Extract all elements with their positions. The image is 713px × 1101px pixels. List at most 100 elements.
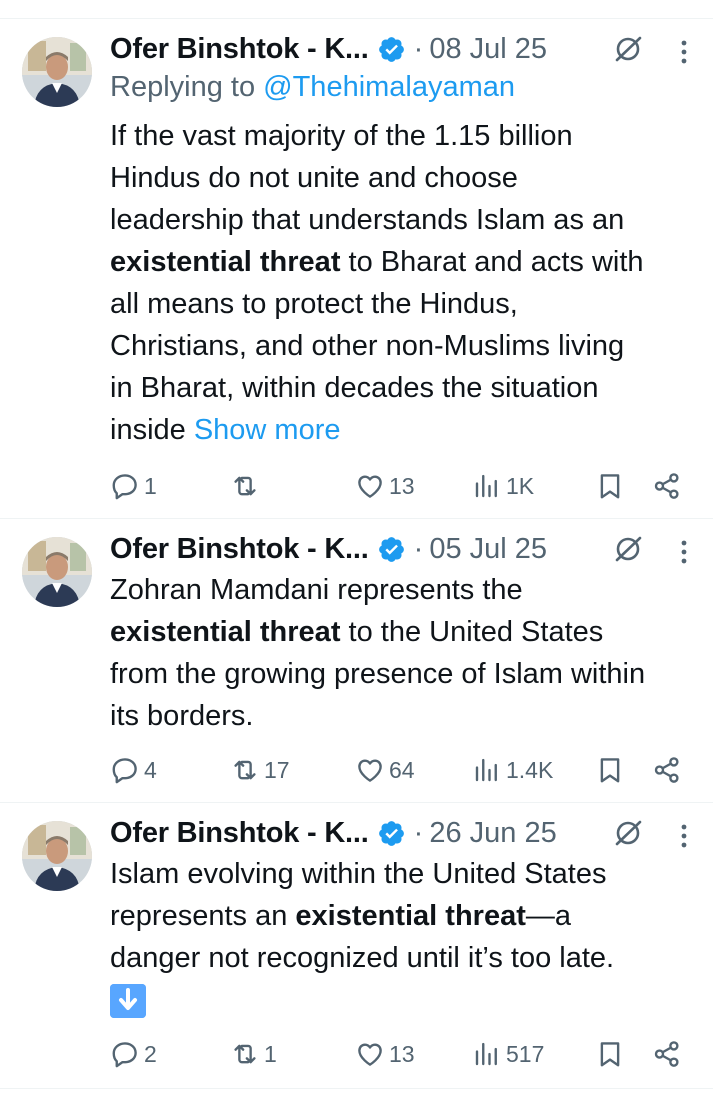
- share-button[interactable]: [652, 750, 682, 790]
- share-button[interactable]: [652, 466, 682, 506]
- avatar[interactable]: [22, 537, 92, 607]
- repost-icon: [234, 760, 256, 780]
- bold-text: existential threat: [295, 900, 526, 932]
- text-line: If the vast majority of the 1.15 billion: [110, 115, 702, 157]
- views-icon: [475, 474, 497, 498]
- heart-icon: [358, 475, 382, 498]
- views-icon: [475, 758, 497, 782]
- text-span: to the United States: [340, 616, 604, 648]
- repost-icon: [234, 1044, 256, 1064]
- tweet-date[interactable]: 08 Jul 25: [429, 33, 547, 66]
- avatar[interactable]: [22, 37, 92, 107]
- like-count: 13: [389, 472, 415, 499]
- action-bar: 1 13 1K: [0, 466, 713, 506]
- like-button[interactable]: 64: [355, 750, 415, 790]
- text-span: —a: [525, 900, 572, 932]
- display-name[interactable]: Ofer Binshtok - K...: [110, 33, 369, 66]
- text-span: Zohran Mamdani represents the: [110, 574, 523, 606]
- tweet-header: Ofer Binshtok - K... · 08 Jul 25: [110, 29, 700, 69]
- grok-icon[interactable]: [613, 818, 643, 848]
- tweet[interactable]: Ofer Binshtok - K... · 26 Jun 25 Islam e…: [0, 803, 713, 1089]
- reply-count: 2: [144, 1040, 157, 1067]
- like-count: 13: [389, 1040, 415, 1067]
- grok-icon[interactable]: [613, 534, 643, 564]
- avatar-image: [22, 821, 92, 891]
- text-line: inside Show more: [110, 409, 702, 451]
- more-options-icon[interactable]: [672, 821, 696, 851]
- text-line: existential threat to the United States: [110, 611, 702, 653]
- action-bar: 4 17 64 1.4K: [0, 750, 713, 790]
- reply-icon: [112, 474, 137, 500]
- more-options-icon[interactable]: [672, 37, 696, 67]
- repost-count: 17: [264, 756, 290, 783]
- repost-button[interactable]: 1: [230, 1034, 277, 1074]
- text-span: from the growing presence of Islam withi…: [110, 658, 646, 690]
- reply-button[interactable]: 1: [110, 466, 157, 506]
- tweet-date[interactable]: 26 Jun 25: [429, 817, 556, 850]
- text-span: to Bharat and acts with: [340, 246, 644, 278]
- tweet[interactable]: Ofer Binshtok - K... · 05 Jul 25 Zohran …: [0, 519, 713, 803]
- views-button[interactable]: 517: [472, 1034, 544, 1074]
- views-button[interactable]: 1K: [472, 466, 534, 506]
- text-line: from the growing presence of Islam withi…: [110, 653, 702, 695]
- replying-to: Replying to @Thehimalayaman: [110, 71, 515, 104]
- show-more-link[interactable]: Show more: [194, 414, 341, 446]
- more-options-icon[interactable]: [672, 537, 696, 567]
- text-line: [110, 979, 702, 1021]
- verified-badge-icon: [377, 819, 406, 848]
- tweet-date[interactable]: 05 Jul 25: [429, 533, 547, 566]
- text-span: Christians, and other non-Muslims living: [110, 330, 625, 362]
- reply-count: 1: [144, 472, 157, 499]
- bookmark-button[interactable]: [595, 750, 625, 790]
- text-span: danger not recognized until it’s too lat…: [110, 942, 615, 974]
- reply-button[interactable]: 2: [110, 1034, 157, 1074]
- avatar-image: [22, 537, 92, 607]
- tweet-header: Ofer Binshtok - K... · 05 Jul 25: [110, 529, 700, 569]
- repost-button[interactable]: [230, 466, 264, 506]
- heart-icon: [358, 1043, 382, 1066]
- share-icon: [654, 1041, 679, 1067]
- action-bar: 2 1 13 517: [0, 1034, 713, 1074]
- verified-badge-icon: [377, 535, 406, 564]
- tweet[interactable]: Ofer Binshtok - K... · 08 Jul 25 Replyin…: [0, 19, 713, 519]
- tweet-text: If the vast majority of the 1.15 billion…: [110, 115, 702, 451]
- text-span: inside: [110, 414, 194, 446]
- separator-dot: ·: [413, 32, 424, 65]
- heart-icon: [358, 759, 382, 782]
- text-line: Christians, and other non-Muslims living: [110, 325, 702, 367]
- tweet-text: Zohran Mamdani represents the existentia…: [110, 569, 702, 737]
- text-line: danger not recognized until it’s too lat…: [110, 937, 702, 979]
- display-name[interactable]: Ofer Binshtok - K...: [110, 817, 369, 850]
- avatar[interactable]: [22, 821, 92, 891]
- reply-icon: [112, 1042, 137, 1068]
- text-line: Islam evolving within the United States: [110, 853, 702, 895]
- repost-button[interactable]: 17: [230, 750, 290, 790]
- text-span: represents an: [110, 900, 296, 932]
- repost-count: 1: [264, 1040, 277, 1067]
- tweet-text: Islam evolving within the United States …: [110, 853, 702, 1021]
- views-button[interactable]: 1.4K: [472, 750, 553, 790]
- view-count: 517: [506, 1040, 545, 1067]
- text-line: its borders.: [110, 695, 702, 737]
- replying-to-label: Replying to: [110, 71, 256, 103]
- repost-icon: [234, 476, 256, 496]
- text-line: leadership that understands Islam as an: [110, 199, 702, 241]
- text-span: If the vast majority of the 1.15 billion: [110, 120, 573, 152]
- reply-icon: [112, 758, 137, 784]
- bookmark-button[interactable]: [595, 466, 625, 506]
- text-line: all means to protect the Hindus,: [110, 283, 702, 325]
- text-span: Hindus do not unite and choose: [110, 162, 518, 194]
- like-button[interactable]: 13: [355, 466, 415, 506]
- like-button[interactable]: 13: [355, 1034, 415, 1074]
- grok-icon[interactable]: [613, 34, 643, 64]
- text-line: represents an existential threat—a: [110, 895, 702, 937]
- view-count: 1K: [506, 472, 535, 499]
- display-name[interactable]: Ofer Binshtok - K...: [110, 533, 369, 566]
- bookmark-button[interactable]: [595, 1034, 625, 1074]
- verified-badge-icon: [377, 35, 406, 64]
- text-span: leadership that understands Islam as an: [110, 204, 625, 236]
- share-button[interactable]: [652, 1034, 682, 1074]
- reply-handle-link[interactable]: @Thehimalayaman: [263, 71, 515, 103]
- views-icon: [475, 1042, 497, 1066]
- reply-button[interactable]: 4: [110, 750, 157, 790]
